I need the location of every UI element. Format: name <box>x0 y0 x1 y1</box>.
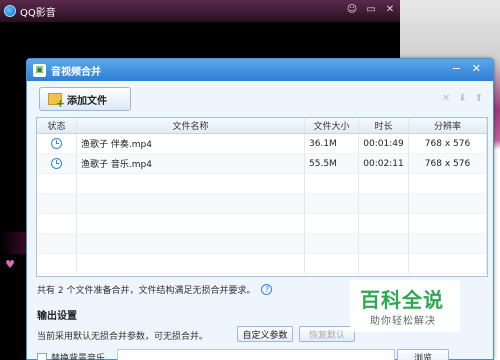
watermark-subtitle: 助你轻松解决 <box>370 316 436 327</box>
qq-player-logo-icon <box>4 5 16 17</box>
dialog-toolbar: 添加文件 ✕ ⬇ ⬆ <box>39 87 487 111</box>
status-cell <box>37 154 77 173</box>
dialog-titlebar: ▣ 音视频合并 − ✕ <box>27 59 493 81</box>
add-file-button[interactable]: 添加文件 <box>39 87 131 111</box>
filename-cell: 渔歌子 音乐.mp4 <box>77 154 305 173</box>
duration-cell: 00:01:49 <box>359 134 409 153</box>
skin-icon[interactable]: ☺ <box>346 4 358 16</box>
add-file-label: 添加文件 <box>67 95 107 107</box>
restore-default-button[interactable]: 恢复默认 <box>299 326 355 342</box>
add-folder-icon <box>48 93 65 110</box>
watermark: 百科全说 助你轻松解决 <box>350 280 460 332</box>
replace-bgm-option[interactable]: 替换背景音乐 <box>37 351 105 360</box>
list-tools: ✕ ⬇ ⬆ <box>442 93 483 104</box>
move-up-icon[interactable]: ⬆ <box>475 93 483 104</box>
table-row[interactable]: 渔歌子 伴奏.mp4 36.1M 00:01:49 768 x 576 <box>37 134 487 154</box>
empty-row <box>37 254 487 274</box>
column-resolution[interactable]: 分辨率 <box>409 118 487 133</box>
replace-bgm-checkbox[interactable] <box>37 352 47 360</box>
filesize-cell: 36.1M <box>305 134 359 153</box>
empty-row <box>37 214 487 234</box>
bgm-path-input[interactable] <box>117 349 395 360</box>
merge-app-icon: ▣ <box>33 63 46 77</box>
player-menu-icon[interactable]: ♥ <box>3 258 17 272</box>
browse-button[interactable]: 浏览 <box>397 349 449 360</box>
status-cell <box>37 134 77 153</box>
column-filename[interactable]: 文件名称 <box>77 118 305 133</box>
custom-params-button[interactable]: 自定义参数 <box>237 326 293 342</box>
empty-row <box>37 194 487 214</box>
pending-clock-icon <box>51 158 62 169</box>
minimize-icon[interactable]: − <box>452 63 461 75</box>
minimize-icon[interactable]: ▭ <box>365 4 377 16</box>
watermark-title: 百科全说 <box>360 288 444 312</box>
close-icon[interactable]: ✕ <box>384 4 396 16</box>
filesize-cell: 55.5M <box>305 154 359 173</box>
close-icon[interactable]: ✕ <box>472 63 481 75</box>
resolution-cell: 768 x 576 <box>409 134 487 153</box>
column-duration[interactable]: 时长 <box>359 118 409 133</box>
file-table: 状态 文件名称 文件大小 时长 分辨率 渔歌子 伴奏.mp4 36.1M 00:… <box>36 117 488 277</box>
replace-bgm-label: 替换背景音乐 <box>51 354 106 360</box>
move-down-icon[interactable]: ⬇ <box>458 93 466 104</box>
dialog-title: 音视频合并 <box>51 66 101 78</box>
empty-row <box>37 174 487 194</box>
player-title: QQ影音 <box>20 7 56 19</box>
table-row[interactable]: 渔歌子 音乐.mp4 55.5M 00:02:11 768 x 576 <box>37 154 487 174</box>
pending-clock-icon <box>51 138 62 149</box>
table-header: 状态 文件名称 文件大小 时长 分辨率 <box>37 118 487 134</box>
player-video-fragment <box>0 232 26 254</box>
merge-summary: 共有 2 个文件准备合并，文件结构满足无损合并要求。 ? <box>37 283 273 296</box>
column-filesize[interactable]: 文件大小 <box>305 118 359 133</box>
empty-row <box>37 234 487 254</box>
player-window-controls: ☺ ▭ ✕ <box>346 4 396 16</box>
duration-cell: 00:02:11 <box>359 154 409 173</box>
player-titlebar: QQ影音 ☺ ▭ ✕ <box>0 0 400 22</box>
summary-text: 共有 2 个文件准备合并，文件结构满足无损合并要求。 <box>37 286 256 296</box>
filename-cell: 渔歌子 伴奏.mp4 <box>77 134 305 153</box>
column-status[interactable]: 状态 <box>37 118 77 133</box>
output-settings-title: 输出设置 <box>37 311 77 322</box>
delete-icon[interactable]: ✕ <box>442 93 450 104</box>
help-icon[interactable]: ? <box>261 284 273 295</box>
resolution-cell: 768 x 576 <box>409 154 487 173</box>
output-description: 当前采用默认无损合并参数，可无损合并。 <box>37 332 209 342</box>
